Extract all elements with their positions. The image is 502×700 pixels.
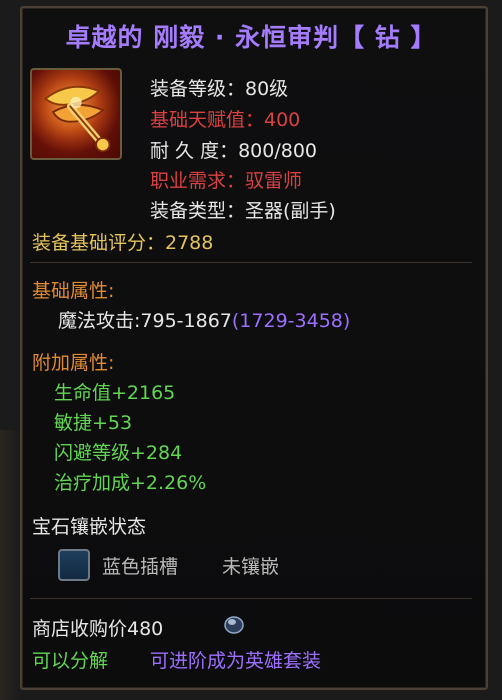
extra-attribute-agility: 敏捷+53 (54, 412, 133, 434)
decompose-status: 可以分解 (32, 650, 109, 672)
item-title: 卓越的 刚毅 · 永恒审判【 钻 】 (65, 23, 437, 52)
background-edge (0, 430, 20, 700)
equip-level: 装备等级：80级 (150, 78, 289, 100)
base-attributes-header: 基础属性: (32, 280, 115, 302)
extra-attribute-hp: 生命值+2165 (54, 382, 176, 404)
socket-status: 未镶嵌 (222, 556, 280, 578)
base-talent: 基础天赋值：400 (150, 109, 301, 131)
magic-attack-value: 魔法攻击:795-1867 (58, 310, 232, 332)
magic-attack-bonus: (1729-3458) (231, 310, 351, 332)
holy-relic-icon (30, 68, 122, 160)
magic-attack: 魔法攻击:795-1867(1729-3458) (58, 306, 350, 333)
extra-attributes-header: 附加属性: (32, 352, 115, 374)
job-requirement: 职业需求：驭雷师 (150, 170, 303, 192)
equip-type: 装备类型：圣器(副手) (150, 200, 336, 222)
divider (30, 262, 472, 263)
extra-attribute-dodge: 闪避等级+284 (54, 442, 183, 464)
socket-label: 蓝色插槽 (102, 556, 179, 578)
currency-icon (224, 616, 244, 634)
blue-socket-icon (58, 549, 90, 581)
shop-price: 商店收购价480 (32, 618, 164, 640)
divider (30, 598, 472, 599)
advance-status: 可进阶成为英雄套装 (150, 650, 322, 672)
extra-attribute-healing: 治疗加成+2.26% (54, 472, 207, 494)
gem-status-header: 宝石镶嵌状态 (32, 516, 147, 538)
base-score: 装备基础评分：2788 (32, 232, 214, 254)
durability: 耐 久 度：800/800 (150, 140, 318, 162)
